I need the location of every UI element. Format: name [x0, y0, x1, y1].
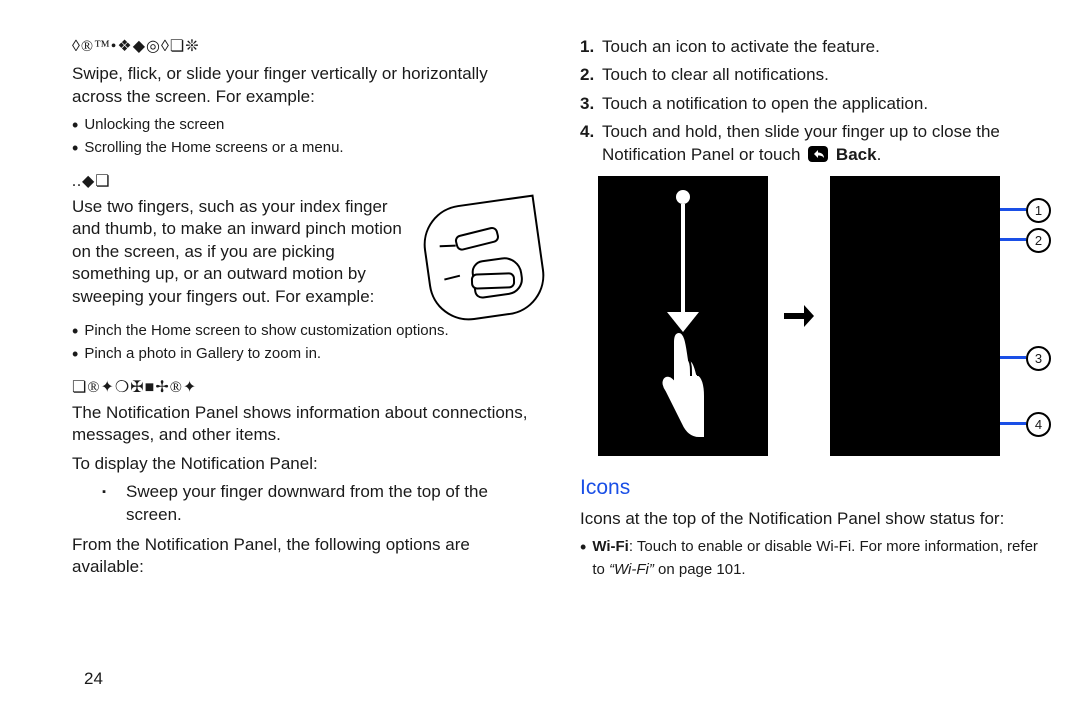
screen-before: [598, 176, 768, 456]
notification-panel-tail: From the Notification Panel, the followi…: [72, 534, 542, 579]
swipe-down-arrow: [651, 190, 715, 442]
icons-intro: Icons at the top of the Notification Pan…: [580, 508, 1050, 530]
pinch-gesture-illustration: [418, 194, 549, 325]
swipe-intro: Swipe, flick, or slide your finger verti…: [72, 63, 542, 108]
arrow-right-icon: [782, 301, 816, 331]
step-1: 1.Touch an icon to activate the feature.: [580, 36, 1050, 58]
right-column: 1.Touch an icon to activate the feature.…: [580, 36, 1050, 589]
step-4: 4. Touch and hold, then slide your finge…: [580, 121, 1050, 166]
list-item: Wi-Fi: Touch to enable or disable Wi-Fi.…: [580, 536, 1050, 581]
wifi-crossref: “Wi-Fi”: [609, 561, 654, 578]
callout-4: 4: [1026, 412, 1051, 437]
icons-bullets: Wi-Fi: Touch to enable or disable Wi-Fi.…: [580, 536, 1050, 581]
screen-after: [830, 176, 1000, 456]
wifi-label: Wi-Fi: [592, 538, 629, 555]
list-item: Scrolling the Home screens or a menu.: [72, 137, 542, 160]
obscured-heading-3: ❏®✦❍✠■✢®✦: [72, 377, 542, 398]
step-2: 2.Touch to clear all notifications.: [580, 64, 1050, 86]
notification-panel-lead: To display the Notification Panel:: [72, 453, 542, 475]
pinch-bullets: Pinch the Home screen to show customizat…: [72, 320, 542, 367]
obscured-heading-1: ◊®™•❖◆◎◊❏❊: [72, 36, 542, 57]
back-label: Back: [836, 145, 877, 164]
step-3: 3.Touch a notification to open the appli…: [580, 93, 1050, 115]
ordered-steps: 1.Touch an icon to activate the feature.…: [580, 36, 1050, 166]
swipe-bullets: Unlocking the screen Scrolling the Home …: [72, 114, 542, 161]
pointing-hand-icon: [651, 326, 715, 442]
left-column: ◊®™•❖◆◎◊❏❊ Swipe, flick, or slide your f…: [72, 36, 542, 589]
page-number: 24: [84, 668, 103, 690]
list-item: Unlocking the screen: [72, 114, 542, 137]
callout-1: 1: [1026, 198, 1051, 223]
back-icon: [807, 145, 829, 163]
callout-2: 2: [1026, 228, 1051, 253]
notification-panel-intro: The Notification Panel shows information…: [72, 402, 542, 447]
notification-panel-step: Sweep your finger downward from the top …: [72, 481, 542, 526]
pinch-intro: Use two fingers, such as your index fing…: [72, 196, 416, 308]
manual-page: ◊®™•❖◆◎◊❏❊ Swipe, flick, or slide your f…: [0, 0, 1080, 720]
list-item: Pinch a photo in Gallery to zoom in.: [72, 343, 542, 366]
list-item: Pinch the Home screen to show customizat…: [72, 320, 542, 343]
callout-3: 3: [1026, 346, 1051, 371]
notification-panel-figure: 1 2 3 4: [598, 176, 1050, 456]
obscured-heading-2: ..◆❏: [72, 171, 542, 192]
icons-heading: Icons: [580, 474, 1050, 502]
